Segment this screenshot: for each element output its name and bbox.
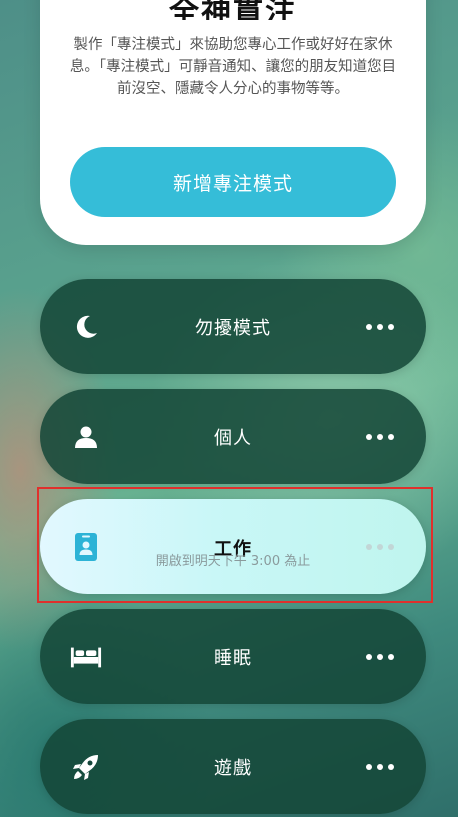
focus-mode-status: 開啟到明天下午 3:00 為止 [155, 554, 311, 569]
focus-mode-work[interactable]: 工作 開啟到明天下午 3:00 為止 [40, 499, 426, 594]
more-options-icon[interactable] [366, 543, 394, 551]
focus-mode-gaming[interactable]: 遊戲 [40, 719, 426, 814]
focus-screen: 全神貫注 製作「專注模式」來協助您專心工作或好好在家休息。「專注模式」可靜音通知… [0, 0, 458, 817]
sheet-description: 製作「專注模式」來協助您專心工作或好好在家休息。「專注模式」可靜音通知、讓您的朋… [69, 37, 397, 97]
focus-mode-sleep[interactable]: 睡眠 [40, 609, 426, 704]
more-options-icon[interactable] [366, 763, 394, 771]
sheet-title: 全神貫注 [169, 0, 297, 20]
more-options-icon[interactable] [366, 323, 394, 331]
focus-intro-sheet: 全神貫注 製作「專注模式」來協助您專心工作或好好在家休息。「專注模式」可靜音通知… [40, 0, 426, 245]
add-focus-mode-button[interactable]: 新增專注模式 [70, 147, 396, 217]
more-options-icon[interactable] [366, 653, 394, 661]
focus-mode-personal[interactable]: 個人 [40, 389, 426, 484]
focus-mode-do-not-disturb[interactable]: 勿擾模式 [40, 279, 426, 374]
more-options-icon[interactable] [366, 433, 394, 441]
